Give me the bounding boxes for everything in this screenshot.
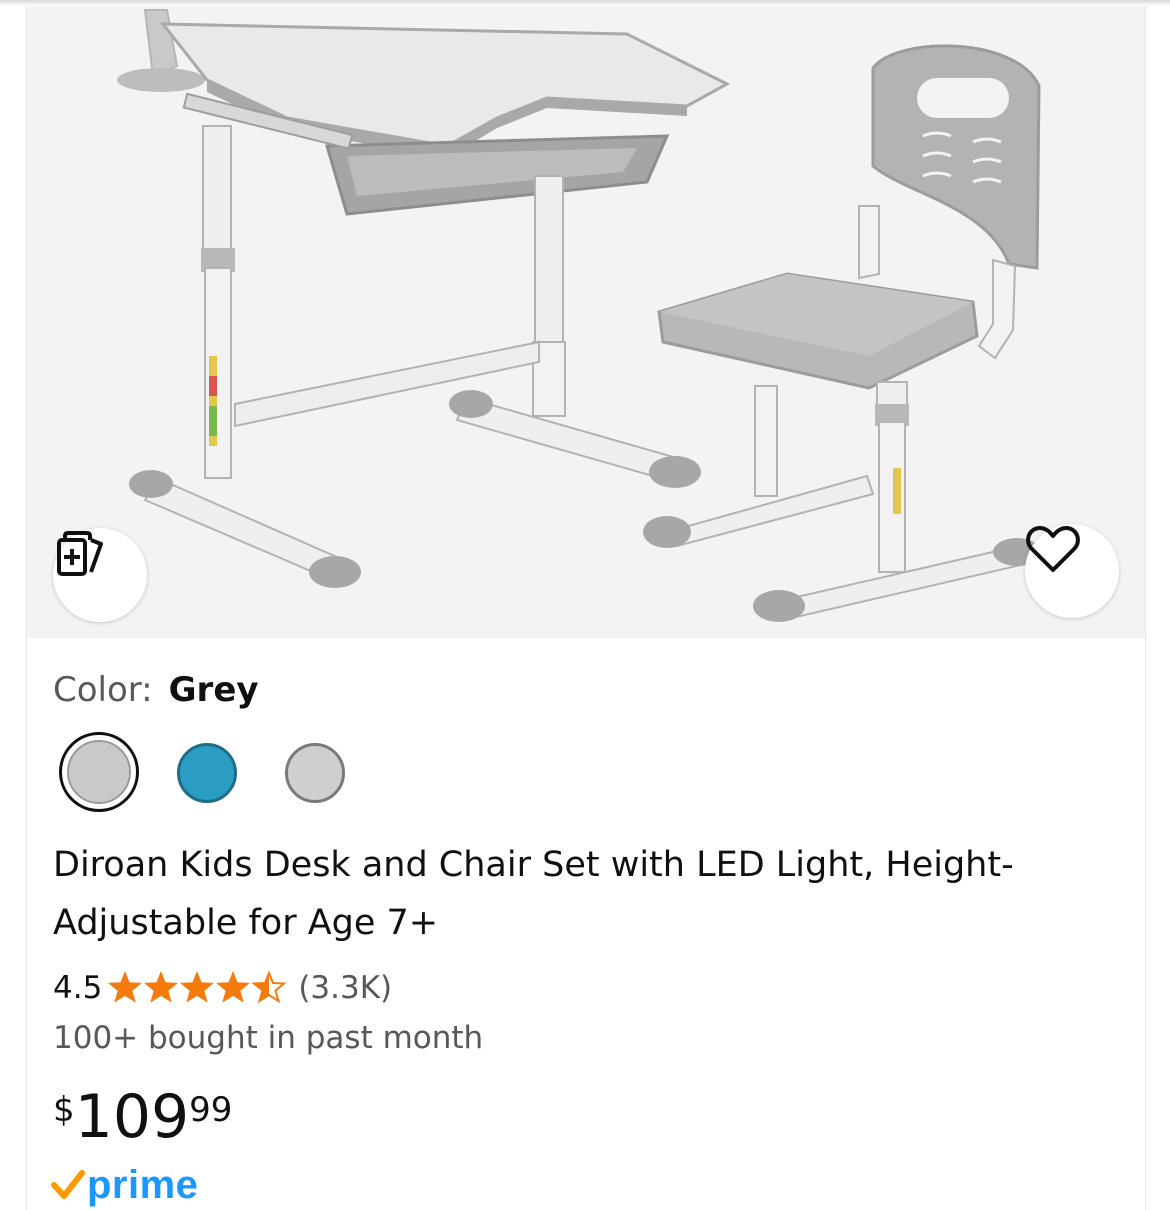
swatch-grey[interactable] [285,743,345,803]
color-value: Grey [168,670,259,710]
rating-stars [108,971,290,1005]
rating-count: (3.3K) [298,970,393,1006]
swatch-blue[interactable] [177,743,237,803]
rating-row[interactable]: 4.5 (3.3K) [53,966,392,1010]
prime-badge: prime [51,1160,198,1210]
color-label: Color: [53,670,153,710]
heart-outline-icon [1026,526,1080,572]
wishlist-button[interactable] [1025,524,1119,618]
swatch-grey-fill [67,740,131,804]
price-fraction: 99 [189,1090,233,1130]
prime-check-icon [51,1170,85,1199]
price-whole: 109 [74,1082,190,1152]
desk-chair-illustration [117,9,1041,622]
bought-count: 100+ bought in past month [53,1020,484,1056]
compare-button[interactable] [53,528,147,622]
price: $109 99 [53,1082,232,1152]
prime-label: prime [87,1162,199,1207]
swatch-grey-selected[interactable] [59,732,139,812]
color-selector-label: Color: Grey [53,670,259,710]
rating-value: 4.5 [53,970,103,1006]
price-symbol: $ [53,1090,75,1130]
product-image[interactable] [27,6,1145,638]
compare-cards-plus-icon [57,531,103,576]
product-card: Color: Grey Diroan Kids Desk and Chair Se… [26,6,1146,1210]
star-rating-icon [108,971,287,1004]
product-title[interactable]: Diroan Kids Desk and Chair Set with LED … [53,836,1123,952]
